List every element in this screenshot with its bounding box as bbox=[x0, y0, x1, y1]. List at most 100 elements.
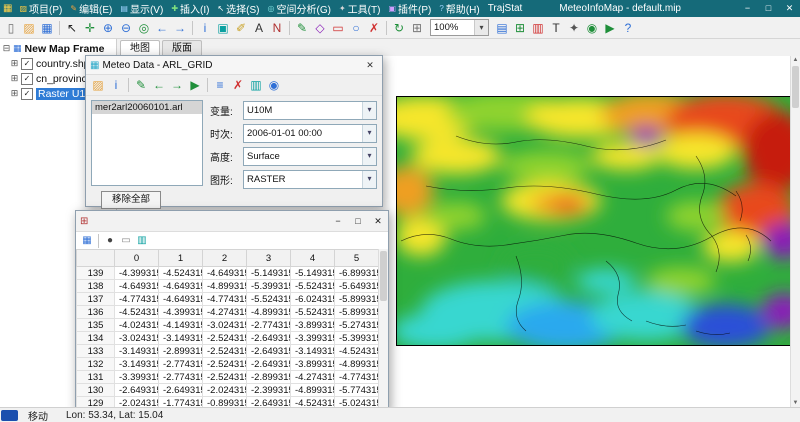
column-header[interactable]: 2 bbox=[202, 249, 247, 267]
record-dot-icon[interactable]: ● bbox=[102, 233, 118, 248]
measure-icon[interactable]: ✐ bbox=[232, 19, 250, 37]
cell[interactable]: -5.524315 bbox=[290, 305, 335, 319]
cell[interactable]: -2.524315 bbox=[202, 370, 247, 384]
table-row[interactable]: 136 -4.524315 -4.399315 -4.274315 -4.899315-… bbox=[76, 305, 379, 319]
circle-icon[interactable]: ○ bbox=[347, 19, 365, 37]
animate-icon[interactable]: ▶ bbox=[186, 76, 204, 94]
cell[interactable]: -2.524315 bbox=[202, 331, 247, 345]
field-combo[interactable]: 2006-01-01 00:00 ▾ bbox=[243, 124, 377, 143]
table-row[interactable]: 138 -4.649315 -4.649315 -4.899315 -5.399315-… bbox=[76, 279, 379, 293]
text-icon[interactable]: T bbox=[547, 19, 565, 37]
help-icon[interactable]: ? bbox=[619, 19, 637, 37]
cell[interactable]: -4.024315 bbox=[114, 318, 159, 332]
zoom-combo[interactable]: 100% ▾ bbox=[430, 19, 489, 36]
cell[interactable]: -2.649315 bbox=[114, 383, 159, 397]
menu-edit[interactable]: ✎ 编辑(E) bbox=[66, 0, 116, 17]
tab-layout[interactable]: 版面 bbox=[162, 40, 202, 56]
close-icon[interactable]: ✕ bbox=[362, 60, 378, 71]
cell[interactable]: -4.774315 bbox=[334, 370, 379, 384]
north-arrow-icon[interactable]: N bbox=[268, 19, 286, 37]
cell[interactable]: -2.649315 bbox=[158, 383, 203, 397]
cell[interactable]: -4.899315 bbox=[290, 383, 335, 397]
next-time-icon[interactable]: → bbox=[168, 76, 186, 94]
cell[interactable]: -4.399315 bbox=[158, 305, 203, 319]
layer-checkbox[interactable]: ✓ bbox=[21, 72, 33, 85]
row-header[interactable]: 134 bbox=[76, 331, 115, 345]
zoom-in-icon[interactable]: ⊕ bbox=[99, 19, 117, 37]
full-extent-icon[interactable]: ◎ bbox=[135, 19, 153, 37]
cell[interactable]: -5.399315 bbox=[334, 331, 379, 345]
animation-icon[interactable]: ▶ bbox=[601, 19, 619, 37]
cell[interactable]: -3.024315 bbox=[114, 331, 159, 345]
menu-selection[interactable]: ↖ 选择(S) bbox=[213, 0, 263, 17]
menu-trajstat[interactable]: TrajStat bbox=[484, 0, 527, 17]
maximize-button[interactable]: □ bbox=[758, 0, 779, 17]
field-combo[interactable]: U10M ▾ bbox=[243, 101, 377, 120]
cell[interactable]: -2.399315 bbox=[246, 383, 291, 397]
chevron-down-icon[interactable]: ▾ bbox=[362, 148, 376, 165]
cell[interactable]: -4.899315 bbox=[246, 305, 291, 319]
chart-icon[interactable]: ▥ bbox=[247, 76, 265, 94]
cell[interactable]: -5.774315 bbox=[334, 383, 379, 397]
column-header[interactable]: 1 bbox=[158, 249, 203, 267]
minimize-button[interactable]: − bbox=[328, 211, 348, 231]
draw-icon[interactable]: ✎ bbox=[132, 76, 150, 94]
cell[interactable]: -3.899315 bbox=[290, 318, 335, 332]
cell[interactable]: -5.899315 bbox=[334, 305, 379, 319]
maximize-button[interactable]: □ bbox=[348, 211, 368, 231]
menu-geoprocessing[interactable]: ◎ 空间分析(G) bbox=[264, 0, 335, 17]
grid-icon[interactable]: ▭ bbox=[118, 233, 134, 248]
menu-plugin[interactable]: ▣ 插件(P) bbox=[384, 0, 435, 17]
column-header[interactable] bbox=[76, 249, 115, 267]
chart-icon[interactable]: ▥ bbox=[134, 233, 150, 248]
save-icon[interactable]: ▦ bbox=[38, 19, 56, 37]
identify-icon[interactable]: i bbox=[196, 19, 214, 37]
tree-expander-icon[interactable]: ⊞ bbox=[10, 59, 19, 68]
map-vertical-scrollbar[interactable]: ▲ ▼ bbox=[790, 56, 800, 408]
chevron-down-icon[interactable]: ▾ bbox=[362, 125, 376, 142]
table-row[interactable]: 133 -3.149315 -2.899315 -2.524315 -2.649315-… bbox=[76, 344, 379, 358]
clear-icon[interactable]: ✗ bbox=[229, 76, 247, 94]
zoom-next-icon[interactable]: → bbox=[171, 19, 189, 37]
previous-time-icon[interactable]: ← bbox=[150, 76, 168, 94]
table-row[interactable]: 132 -3.149315 -2.774315 -2.524315 -2.649315-… bbox=[76, 357, 379, 371]
dialog-title-bar[interactable]: ▦ Meteo Data - ARL_GRID ✕ bbox=[86, 56, 382, 75]
cell[interactable]: -2.774315 bbox=[158, 357, 203, 371]
cell[interactable]: -6.899315 bbox=[334, 266, 379, 280]
table-row[interactable]: 139 -4.399315 -4.524315 -4.649315 -5.149315-… bbox=[76, 266, 379, 280]
zoom-previous-icon[interactable]: ← bbox=[153, 19, 171, 37]
tree-expander-icon[interactable]: ⊞ bbox=[10, 74, 19, 83]
cell[interactable]: -5.524315 bbox=[290, 279, 335, 293]
label-icon[interactable]: A bbox=[250, 19, 268, 37]
pencil-icon[interactable]: ✎ bbox=[293, 19, 311, 37]
field-combo[interactable]: Surface ▾ bbox=[243, 147, 377, 166]
menu-tools[interactable]: ✦ 工具(T) bbox=[335, 0, 384, 17]
cell[interactable]: -3.149315 bbox=[114, 344, 159, 358]
column-header[interactable]: 4 bbox=[290, 249, 335, 267]
minimize-button[interactable]: − bbox=[737, 0, 758, 17]
row-header[interactable]: 130 bbox=[76, 383, 115, 397]
layer-checkbox[interactable]: ✓ bbox=[21, 57, 33, 70]
cell[interactable]: -2.774315 bbox=[246, 318, 291, 332]
cell[interactable]: -4.899315 bbox=[202, 279, 247, 293]
scroll-up-icon[interactable]: ▲ bbox=[791, 56, 800, 65]
row-header[interactable]: 138 bbox=[76, 279, 115, 293]
scrollbar-thumb[interactable] bbox=[380, 251, 387, 301]
cell[interactable]: -4.649315 bbox=[158, 292, 203, 306]
menu-project[interactable]: ▨ 项目(P) bbox=[15, 0, 66, 17]
cell[interactable]: -5.649315 bbox=[334, 279, 379, 293]
cell[interactable]: -4.399315 bbox=[114, 266, 159, 280]
cell[interactable]: -5.524315 bbox=[246, 292, 291, 306]
row-header[interactable]: 135 bbox=[76, 318, 115, 332]
row-header[interactable]: 133 bbox=[76, 344, 115, 358]
menu-insert[interactable]: ✚ 插入(I) bbox=[167, 0, 213, 17]
cell[interactable]: -4.149315 bbox=[158, 318, 203, 332]
select-feature-icon[interactable]: ▣ bbox=[214, 19, 232, 37]
table-row[interactable]: 137 -4.774315 -4.649315 -4.774315 -5.524315-… bbox=[76, 292, 379, 306]
cell[interactable]: -4.649315 bbox=[202, 266, 247, 280]
cell[interactable]: -5.274315 bbox=[334, 318, 379, 332]
map-frame-item[interactable]: ⊟ ▦ New Map Frame bbox=[0, 41, 116, 56]
zoom-out-icon[interactable]: ⊖ bbox=[117, 19, 135, 37]
meteo-file-list[interactable]: mer2arl20060101.arl bbox=[91, 100, 203, 186]
cell[interactable]: -6.024315 bbox=[290, 292, 335, 306]
